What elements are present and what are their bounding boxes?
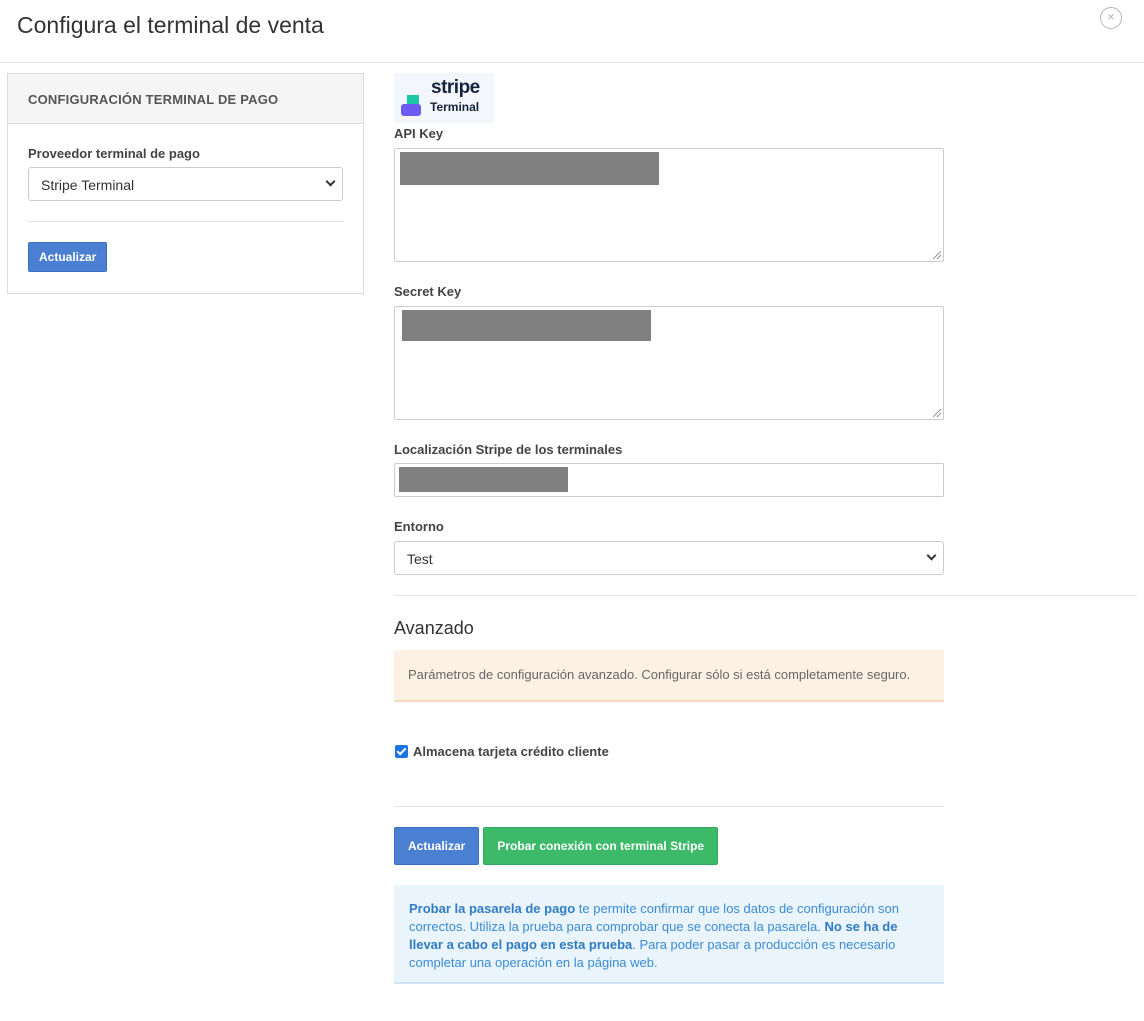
payment-terminal-panel: CONFIGURACIÓN TERMINAL DE PAGO Proveedor… [7,73,364,294]
chevron-down-icon [926,550,937,561]
store-card-checkbox[interactable] [395,745,408,758]
modal-header: Configura el terminal de venta × [0,0,1144,63]
redacted-value [402,310,651,341]
redacted-value [399,467,568,492]
secret-key-textarea[interactable] [394,306,944,420]
provider-select[interactable]: Stripe Terminal [28,167,343,201]
resize-handle[interactable] [933,251,941,259]
store-card-row: Almacena tarjeta crédito cliente [395,744,609,759]
test-connection-button[interactable]: Probar conexión con terminal Stripe [483,827,719,865]
redacted-value [400,152,659,185]
test-info-box: Probar la pasarela de pago te permite co… [394,885,944,984]
chevron-down-icon [325,176,336,187]
sidebar-update-button[interactable]: Actualizar [28,242,108,272]
provider-label: Proveedor terminal de pago [28,146,200,161]
update-button[interactable]: Actualizar [394,827,480,865]
api-key-label: API Key [394,126,444,141]
stripe-terminal-icon [401,95,421,117]
advanced-warning: Parámetros de configuración avanzado. Co… [394,650,944,702]
info-bold-1: Probar la pasarela de pago [409,901,576,916]
api-key-textarea[interactable] [394,148,944,262]
provider-select-value: Stripe Terminal [41,177,135,193]
logo-brand: stripe [431,77,480,98]
logo-sub: Terminal [430,100,480,114]
environment-label: Entorno [394,519,444,534]
store-card-label: Almacena tarjeta crédito cliente [413,744,609,759]
action-buttons: Actualizar Probar conexión con terminal … [394,827,719,865]
panel-divider [28,221,344,222]
actions-divider [394,806,944,807]
advanced-title: Avanzado [394,618,474,638]
environment-select-value: Test [407,551,433,567]
page-title: Configura el terminal de venta [17,12,324,38]
close-icon[interactable]: × [1100,7,1122,29]
location-label: Localización Stripe de los terminales [394,442,623,457]
environment-select[interactable]: Test [394,541,944,575]
secret-key-label: Secret Key [394,284,462,299]
resize-handle[interactable] [933,409,941,417]
section-divider [394,595,1137,596]
panel-heading: CONFIGURACIÓN TERMINAL DE PAGO [8,74,363,124]
stripe-terminal-logo: stripe Terminal [394,73,494,123]
location-input[interactable] [394,463,944,497]
